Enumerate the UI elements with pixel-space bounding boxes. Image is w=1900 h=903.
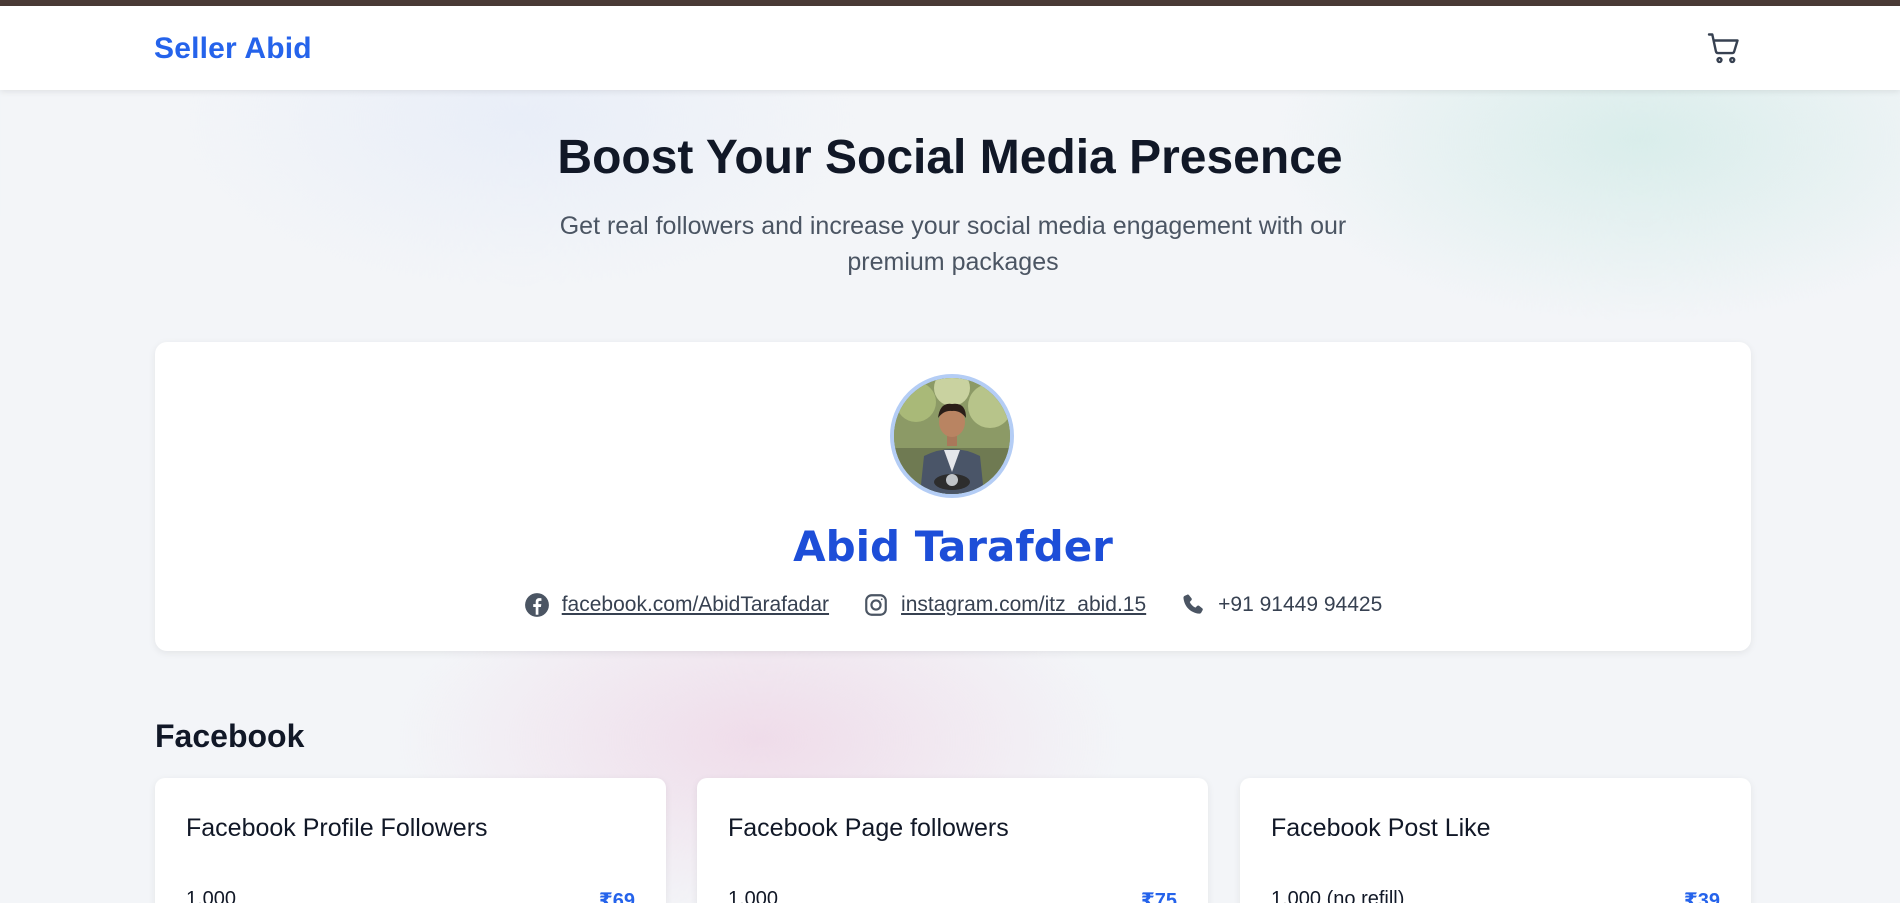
contact-facebook: facebook.com/AbidTarafadar: [524, 592, 829, 618]
facebook-icon: [524, 592, 550, 618]
package-option[interactable]: 1,000 ₹75: [728, 888, 1177, 903]
package-quantity: 1,000: [186, 888, 237, 903]
phone-number: +91 91449 94425: [1218, 593, 1383, 616]
instagram-link[interactable]: instagram.com/itz_abid.15: [901, 593, 1146, 617]
phone-icon: [1180, 592, 1206, 618]
package-price: ₹39: [1683, 890, 1720, 903]
hero-title: Boost Your Social Media Presence: [557, 131, 1343, 184]
package-option[interactable]: 1,000 ₹69: [186, 888, 635, 903]
contact-phone: +91 91449 94425: [1180, 592, 1382, 618]
package-quantity: 1,000: [728, 888, 779, 903]
package-option[interactable]: 1,000 (no refill) ₹39: [1271, 888, 1720, 903]
shopping-cart-icon[interactable]: [1706, 30, 1742, 66]
package-card: Facebook Profile Followers 1,000 ₹69: [155, 778, 666, 903]
contact-instagram: instagram.com/itz_abid.15: [863, 592, 1146, 618]
package-card: Facebook Post Like 1,000 (no refill) ₹39: [1240, 778, 1751, 903]
instagram-icon: [863, 592, 889, 618]
brand-logo[interactable]: Seller Abid: [154, 32, 312, 66]
hero-subtitle: Get real followers and increase your soc…: [559, 212, 1347, 276]
package-price: ₹69: [598, 890, 635, 903]
profile-name: Abid Tarafder: [793, 522, 1113, 571]
section-title-facebook: Facebook: [155, 718, 305, 754]
avatar: [890, 374, 1014, 498]
package-quantity: 1,000 (no refill): [1271, 888, 1405, 903]
navbar: Seller Abid: [0, 6, 1900, 90]
contact-links: facebook.com/AbidTarafadar instagram.com…: [155, 588, 1751, 622]
profile-card: Abid Tarafder facebook.com/AbidTarafadar…: [155, 342, 1751, 651]
package-card: Facebook Page followers 1,000 ₹75: [697, 778, 1208, 903]
facebook-link[interactable]: facebook.com/AbidTarafadar: [562, 593, 829, 617]
package-title: Facebook Page followers: [728, 814, 1009, 842]
package-title: Facebook Profile Followers: [186, 814, 488, 842]
package-price: ₹75: [1140, 890, 1177, 903]
package-title: Facebook Post Like: [1271, 814, 1491, 842]
